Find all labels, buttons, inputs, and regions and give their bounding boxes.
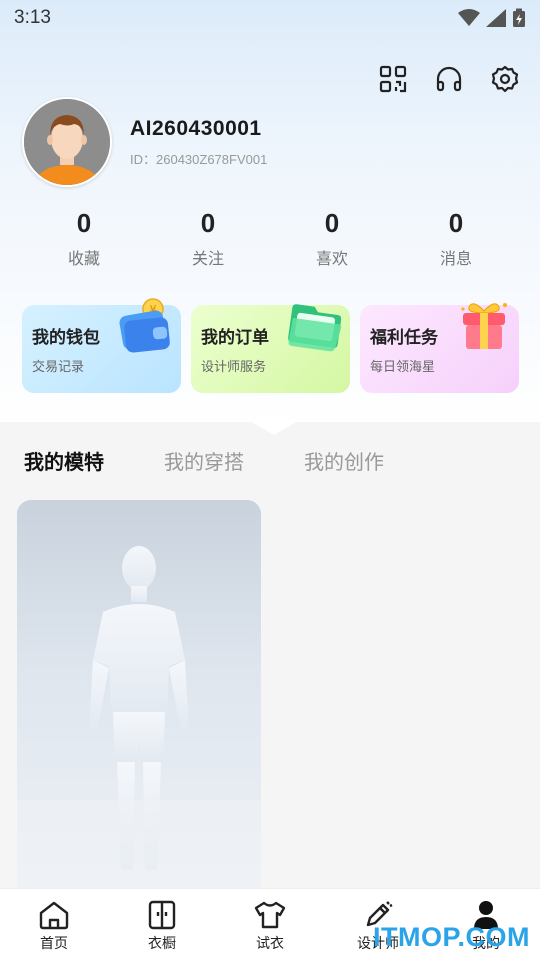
settings-gear-icon <box>491 65 519 93</box>
watermark: ITMOP.COM <box>372 922 530 952</box>
avatar[interactable] <box>22 97 112 187</box>
stat-label: 关注 <box>191 249 224 268</box>
battery-charging-icon <box>513 8 525 27</box>
nav-wardrobe[interactable]: 衣橱 <box>117 889 207 960</box>
card-subtitle: 每日领海星 <box>370 360 436 375</box>
stat-label: 喜欢 <box>315 249 348 268</box>
feature-cards: 我的钱包 交易记录 ¥ 我的订单 设计师服务 福利任务 每日领海星 <box>22 298 520 393</box>
nav-label: 首页 <box>40 936 68 952</box>
tshirt-icon <box>254 901 286 929</box>
stat-value: 0 <box>448 208 464 238</box>
profile-section: AI260430001 ID：260430Z678FV001 <box>22 97 267 187</box>
wallet-card[interactable]: 我的钱包 交易记录 ¥ <box>22 298 181 393</box>
card-subtitle: 设计师服务 <box>201 360 267 375</box>
stat-label: 消息 <box>439 249 472 268</box>
content-section: 我的模特 我的穿搭 我的创作 <box>0 421 540 892</box>
status-icons <box>458 8 526 28</box>
card-subtitle: 交易记录 <box>32 360 85 375</box>
stat-likes[interactable]: 0 喜欢 <box>282 208 382 269</box>
tab-indicator-notch <box>250 421 298 435</box>
task-card[interactable]: 福利任务 每日领海星 <box>360 303 519 393</box>
wardrobe-icon <box>148 900 176 930</box>
qr-code-icon <box>379 65 407 93</box>
settings-button[interactable] <box>490 64 520 94</box>
tab-my-outfits[interactable]: 我的穿搭 <box>164 446 244 475</box>
customer-service-button[interactable] <box>434 64 464 94</box>
nav-label: 衣橱 <box>148 936 176 952</box>
avatar-image <box>24 99 110 185</box>
tab-my-models[interactable]: 我的模特 <box>24 446 104 475</box>
status-bar: 3:13 <box>0 0 540 36</box>
username: AI260430001 <box>130 116 262 140</box>
stat-messages[interactable]: 0 消息 <box>406 208 506 269</box>
home-icon <box>39 901 69 930</box>
stat-following[interactable]: 0 关注 <box>158 208 258 269</box>
gift-box-icon <box>461 303 507 349</box>
stat-value: 0 <box>200 208 216 238</box>
mannequin-image <box>17 546 261 890</box>
qr-code-button[interactable] <box>378 64 408 94</box>
folder-icon <box>288 304 342 352</box>
nav-home[interactable]: 首页 <box>9 889 99 960</box>
stat-favorites[interactable]: 0 收藏 <box>34 208 134 269</box>
headset-icon <box>436 66 462 92</box>
tab-my-creations[interactable]: 我的创作 <box>304 446 384 475</box>
nav-label: 试衣 <box>256 936 284 952</box>
model-card[interactable] <box>17 500 261 890</box>
stat-label: 收藏 <box>67 249 100 268</box>
header-actions <box>378 64 520 94</box>
stat-value: 0 <box>76 208 92 238</box>
order-card[interactable]: 我的订单 设计师服务 <box>191 304 350 393</box>
profile-info: AI260430001 ID：260430Z678FV001 <box>130 117 267 168</box>
nav-try-on[interactable]: 试衣 <box>225 889 315 960</box>
stats-row: 0 收藏 0 关注 0 喜欢 0 消息 <box>0 208 540 269</box>
wallet-icon: ¥ <box>119 298 170 353</box>
user-id: ID：260430Z678FV001 <box>130 151 268 167</box>
stat-value: 0 <box>324 208 340 238</box>
status-time: 3:13 <box>14 7 51 28</box>
tab-bar: 我的模特 我的穿搭 我的创作 <box>24 446 384 475</box>
wifi-icon <box>458 9 480 26</box>
signal-icon <box>486 9 506 27</box>
